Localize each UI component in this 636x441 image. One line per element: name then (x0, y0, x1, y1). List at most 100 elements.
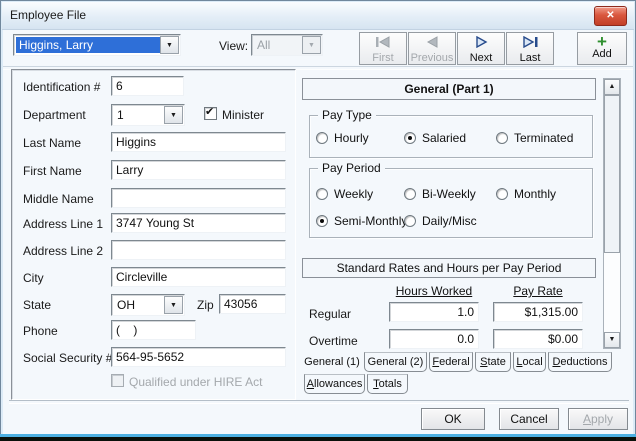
view-label: View: (219, 39, 249, 53)
pay-period-weekly-radio[interactable]: Weekly (316, 187, 373, 201)
tab-label-key: A (306, 378, 315, 390)
address-line-2-field[interactable] (111, 240, 286, 260)
address-line-1-field[interactable]: 3747 Young St (111, 213, 286, 233)
address-line-2-label: Address Line 2 (23, 244, 104, 258)
zip-label: Zip (197, 298, 214, 312)
city-field[interactable]: Circleville (111, 267, 286, 287)
previous-icon (426, 36, 438, 48)
pay-period-semimonthly-radio[interactable]: Semi-Monthly (316, 214, 407, 228)
tab-totals[interactable]: Totals (367, 374, 408, 394)
pay-period-dailymisc-radio[interactable]: Daily/Misc (404, 214, 477, 228)
tab-local[interactable]: Local (513, 352, 546, 372)
add-button-label: Add (592, 48, 612, 60)
social-security-field[interactable]: 564-95-5652 (111, 347, 286, 367)
scroll-up-button[interactable]: ▲ (604, 79, 620, 95)
department-label: Department (23, 108, 86, 122)
window-title: Employee File (10, 8, 87, 22)
tab-label: llowances (314, 378, 363, 390)
minister-label[interactable]: Minister (222, 108, 264, 122)
previous-record-button[interactable]: Previous (408, 32, 456, 65)
radio-icon (496, 188, 508, 200)
next-button-label: Next (469, 52, 493, 64)
checkmark-icon: ✔ (205, 106, 215, 118)
hire-act-checkbox[interactable] (111, 374, 124, 387)
tab-label: eductions (560, 356, 608, 368)
radio-icon (316, 188, 328, 200)
panel-header: General (Part 1) (302, 78, 596, 100)
pay-type-salaried-radio[interactable]: Salaried (404, 131, 466, 145)
scrollbar-thumb[interactable] (604, 95, 620, 253)
tab-label: General (1) (304, 356, 360, 368)
state-value: OH (117, 298, 135, 312)
view-selector-value: All (257, 38, 271, 52)
minister-checkbox[interactable]: ✔ (204, 106, 217, 120)
apply-button[interactable]: Apply (568, 408, 628, 430)
tab-label: General (2) (367, 356, 424, 368)
tab-allowances[interactable]: Allowances (304, 374, 365, 394)
overtime-rate-field[interactable]: $0.00 (493, 329, 583, 349)
last-name-field[interactable]: Higgins (111, 132, 286, 152)
first-record-button[interactable]: First (359, 32, 407, 65)
pay-period-monthly-radio[interactable]: Monthly (496, 187, 556, 201)
title-bar[interactable]: Employee File ✕ (2, 2, 634, 30)
tab-label: otals (378, 378, 402, 390)
regular-rate-field[interactable]: $1,315.00 (493, 302, 583, 322)
pay-type-hourly-radio[interactable]: Hourly (316, 131, 369, 145)
last-icon (523, 35, 538, 49)
chevron-down-icon[interactable]: ▼ (164, 296, 183, 314)
middle-name-label: Middle Name (23, 192, 94, 206)
next-record-button[interactable]: Next (457, 32, 505, 65)
address-line-1-label: Address Line 1 (23, 217, 104, 231)
close-button[interactable]: ✕ (594, 6, 627, 26)
close-icon: ✕ (606, 10, 615, 21)
employee-selector[interactable]: Higgins, Larry ▼ (13, 34, 181, 56)
next-icon (476, 35, 488, 49)
regular-hours-field[interactable]: 1.0 (389, 302, 479, 322)
radio-label: Terminated (514, 131, 574, 145)
last-record-button[interactable]: Last (506, 32, 554, 65)
radio-icon (496, 132, 508, 144)
tab-general-2[interactable]: General (2) (364, 352, 427, 372)
chevron-down-icon[interactable]: ▼ (160, 36, 179, 54)
state-selector[interactable]: OH ▼ (111, 294, 185, 316)
zip-field[interactable]: 43056 (219, 294, 286, 314)
pay-type-legend: Pay Type (318, 108, 376, 122)
apply-button-label: pply (591, 412, 614, 426)
radio-label: Hourly (334, 131, 369, 145)
overtime-hours-field[interactable]: 0.0 (389, 329, 479, 349)
add-icon: + (597, 32, 607, 51)
add-employee-button[interactable]: + Add (577, 32, 627, 65)
first-icon (376, 36, 390, 48)
identification-field[interactable]: 6 (111, 76, 184, 96)
regular-row-label: Regular (309, 307, 352, 321)
footer-separator (9, 400, 629, 404)
pay-type-terminated-radio[interactable]: Terminated (496, 131, 573, 145)
chevron-down-icon[interactable]: ▼ (164, 106, 183, 124)
panel-scrollbar[interactable]: ▲ ▼ (603, 78, 621, 349)
tab-state[interactable]: State (475, 352, 511, 372)
pay-period-legend: Pay Period (318, 161, 385, 175)
view-selector[interactable]: All ▼ (251, 34, 323, 56)
radio-label: Salaried (422, 131, 467, 145)
first-button-label: First (372, 52, 394, 64)
tab-general-1[interactable]: General (1) (302, 352, 362, 372)
tab-deductions[interactable]: Deductions (548, 352, 612, 372)
ok-button[interactable]: OK (421, 408, 485, 430)
tab-federal[interactable]: Federal (429, 352, 473, 372)
last-name-label: Last Name (23, 136, 82, 150)
middle-name-field[interactable] (111, 188, 286, 208)
first-name-field[interactable]: Larry (111, 160, 286, 180)
department-selector[interactable]: 1 ▼ (111, 104, 185, 126)
pay-period-biweekly-radio[interactable]: Bi-Weekly (404, 187, 476, 201)
department-value: 1 (117, 108, 124, 122)
identification-label: Identification # (23, 80, 101, 94)
chevron-down-icon: ▼ (302, 36, 321, 54)
employee-selector-value: Higgins, Larry (16, 37, 160, 53)
phone-field[interactable]: ( ) (111, 320, 196, 340)
employee-file-dialog: Employee File ✕ Higgins, Larry ▼ View: A… (0, 0, 636, 437)
previous-button-label: Previous (410, 52, 454, 64)
last-button-label: Last (519, 52, 541, 64)
social-security-label: Social Security # (23, 351, 113, 365)
scroll-down-button[interactable]: ▼ (604, 332, 620, 348)
cancel-button[interactable]: Cancel (499, 408, 559, 430)
